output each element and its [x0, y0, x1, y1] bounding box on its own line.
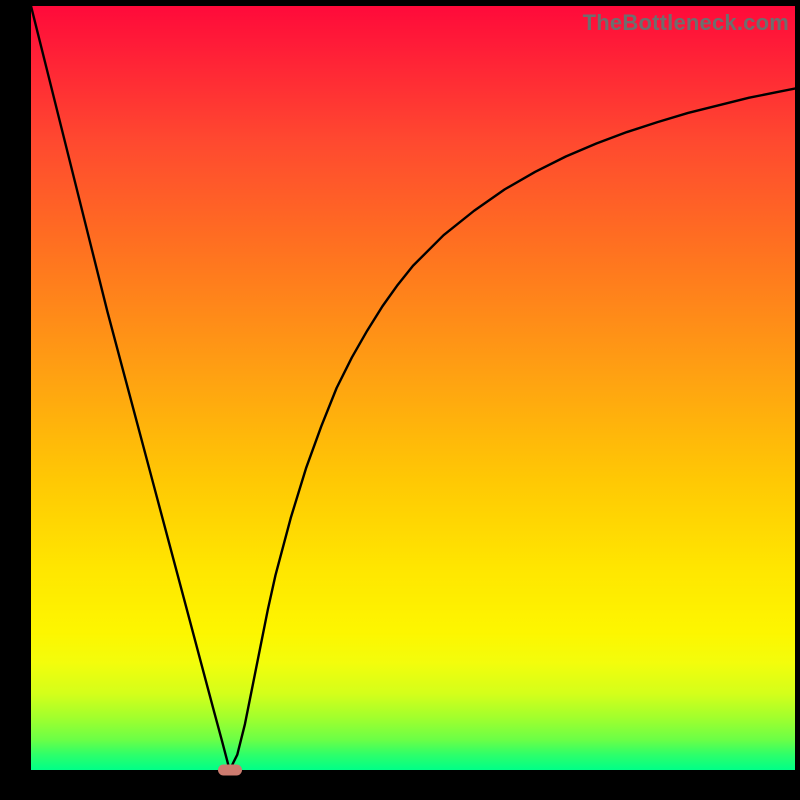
- bottleneck-curve: [31, 6, 795, 770]
- minimum-marker: [218, 765, 242, 776]
- plot-area: TheBottleneck.com: [31, 6, 795, 770]
- chart-frame: TheBottleneck.com: [0, 0, 800, 800]
